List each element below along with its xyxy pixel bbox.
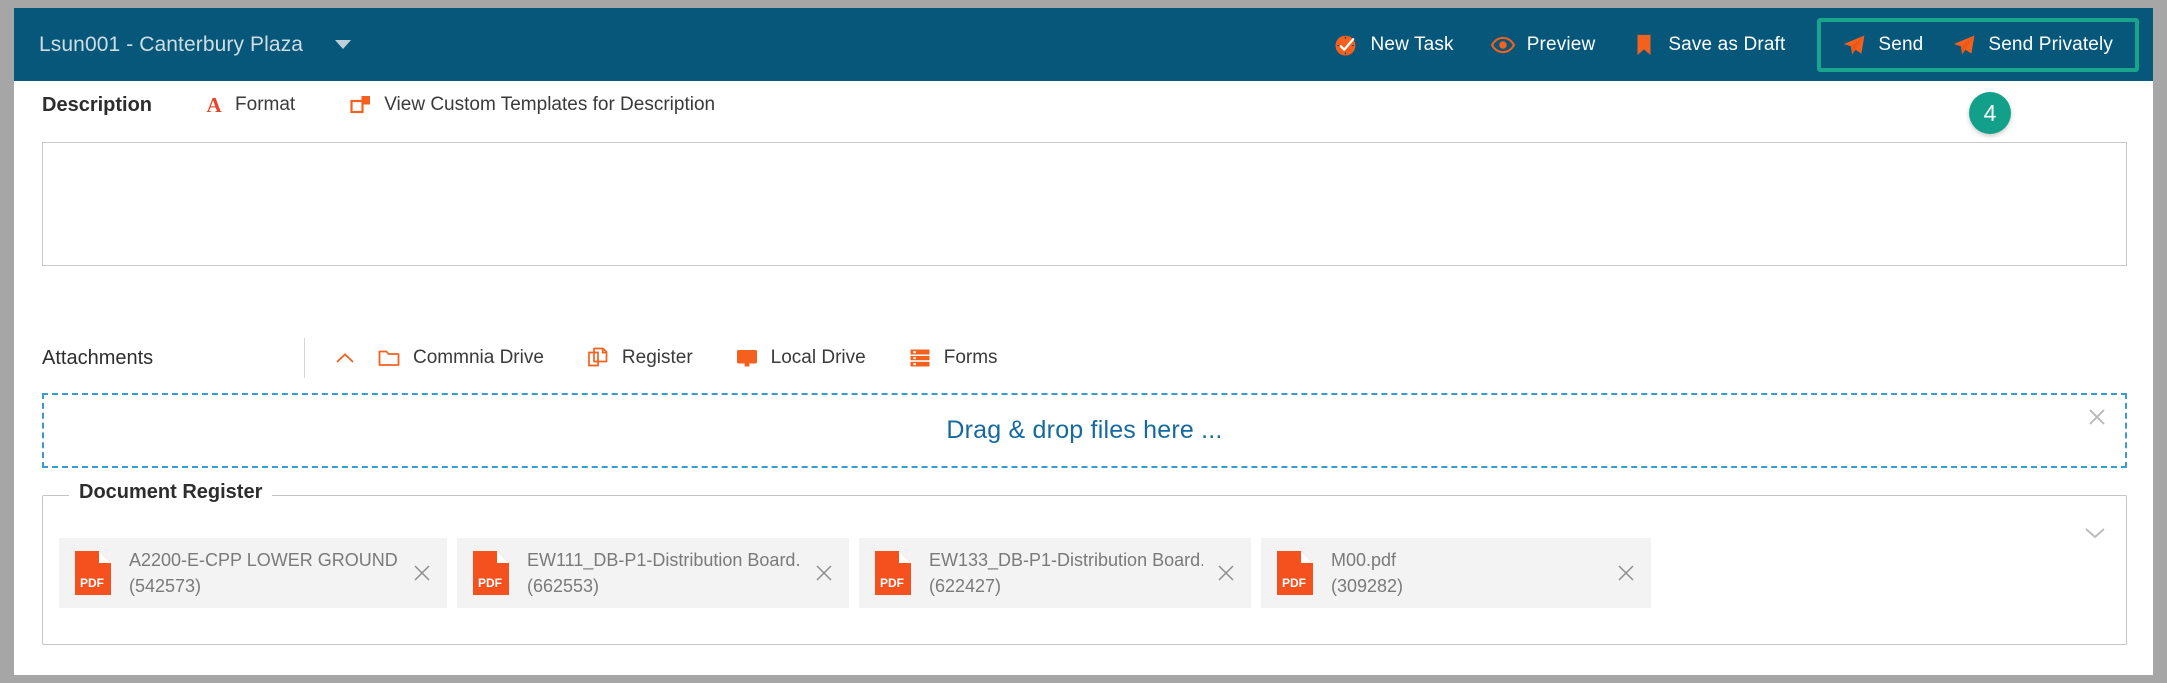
chevron-down-icon [2085,528,2105,539]
application-window: Lsun001 - Canterbury Plaza New Task Prev… [14,8,2153,675]
attached-files-list: PDF A2200-E-CPP LOWER GROUND.p... (54257… [59,538,1651,608]
preview-button[interactable]: Preview [1472,23,1614,67]
new-task-button[interactable]: New Task [1315,23,1471,67]
send-actions-highlight: Send Send Privately [1817,17,2139,72]
file-meta: A2200-E-CPP LOWER GROUND.p... (542573) [129,547,399,599]
file-name: EW133_DB-P1-Distribution Board... [929,549,1203,570]
remove-file-button[interactable] [1211,558,1241,588]
document-register-expand-button[interactable] [2080,518,2110,548]
view-custom-templates-label: View Custom Templates for Description [384,94,716,115]
svg-text:PDF: PDF [478,576,502,590]
file-meta: EW111_DB-P1-Distribution Board... (66255… [527,547,801,599]
copy-documents-icon [588,347,608,367]
monitor-icon [736,350,757,367]
preview-label: Preview [1526,33,1596,55]
svg-text:PDF: PDF [1282,576,1306,590]
file-card[interactable]: PDF EW111_DB-P1-Distribution Board... (6… [457,538,849,608]
description-toolbar: Description A Format View Custom Templat… [14,81,2153,129]
toolbar-actions: New Task Preview Save as Draft Send Send… [1315,8,2153,81]
file-dropzone[interactable]: Drag & drop files here ... [42,393,2127,468]
register-button[interactable]: Register [586,346,693,370]
file-name: M00.pdf [1331,549,1397,570]
step-badge: 4 [1969,92,2011,134]
description-editor[interactable] [42,142,2127,266]
file-card[interactable]: PDF A2200-E-CPP LOWER GROUND.p... (54257… [59,538,447,608]
new-task-label: New Task [1370,33,1454,55]
commnia-drive-label: Commnia Drive [413,347,544,368]
close-icon [414,565,430,581]
attachments-title: Attachments [42,346,154,369]
folder-icon [378,350,400,366]
remove-file-button[interactable] [1611,558,1641,588]
file-size: (542573) [129,576,202,596]
local-drive-button[interactable]: Local Drive [735,346,866,370]
chevron-up-icon [336,353,354,363]
send-privately-label: Send Privately [1988,33,2113,55]
font-a-icon: A [206,92,222,117]
format-label: Format [235,94,296,115]
remove-file-button[interactable] [407,558,437,588]
send-button[interactable]: Send [1827,28,1937,62]
project-name-label: Lsun001 - Canterbury Plaza [39,32,304,56]
save-as-draft-label: Save as Draft [1668,33,1786,55]
top-toolbar: Lsun001 - Canterbury Plaza New Task Prev… [14,8,2153,81]
save-as-draft-button[interactable]: Save as Draft [1613,23,1803,67]
clock-check-icon [1335,35,1356,56]
file-card[interactable]: PDF EW133_DB-P1-Distribution Board... (6… [859,538,1251,608]
view-custom-templates-button[interactable]: View Custom Templates for Description [349,93,715,117]
file-card[interactable]: PDF M00.pdf (309282) [1261,538,1651,608]
pdf-file-icon: PDF [473,551,509,595]
file-meta: M00.pdf (309282) [1331,547,1603,599]
close-icon [816,565,832,581]
svg-text:PDF: PDF [880,576,904,590]
project-selector[interactable]: Lsun001 - Canterbury Plaza [39,32,352,57]
paper-plane-icon [1954,34,1975,55]
file-size: (662553) [527,576,600,596]
document-register-legend: Document Register [69,481,273,504]
attachments-toolbar: Attachments Commnia Drive Register Local… [14,330,2153,386]
forms-button[interactable]: Forms [908,346,998,370]
close-icon [1618,565,1634,581]
dropzone-close-button[interactable] [2083,403,2111,431]
send-label: Send [1878,33,1924,55]
pdf-file-icon: PDF [875,551,911,595]
eye-icon [1490,36,1515,53]
pdf-file-icon: PDF [1277,551,1313,595]
remove-file-button[interactable] [809,558,839,588]
templates-icon [350,96,371,114]
document-register-panel: Document Register PDF A2200-E-CPP LOWER … [42,481,2127,645]
close-icon [1218,565,1234,581]
chevron-down-icon [335,40,352,49]
file-size: (309282) [1331,576,1404,596]
register-label: Register [621,347,693,368]
attachments-collapse-button[interactable] [325,342,365,374]
close-icon [2089,409,2105,425]
commnia-drive-button[interactable]: Commnia Drive [377,346,544,370]
pdf-file-icon: PDF [75,551,111,595]
format-button[interactable]: A Format [204,94,295,116]
file-name: EW111_DB-P1-Distribution Board... [527,549,801,570]
bookmark-icon [1637,34,1651,55]
forms-list-icon [910,349,930,367]
local-drive-label: Local Drive [770,347,866,368]
forms-label: Forms [943,347,998,368]
dropzone-text: Drag & drop files here ... [946,416,1223,444]
description-title: Description [42,93,153,116]
file-size: (622427) [929,576,1002,596]
file-name: A2200-E-CPP LOWER GROUND.p... [129,549,399,570]
paper-plane-icon [1844,34,1865,55]
svg-text:PDF: PDF [80,576,104,590]
toolbar-divider [304,338,305,378]
send-privately-button[interactable]: Send Privately [1937,28,2127,62]
file-meta: EW133_DB-P1-Distribution Board... (62242… [929,547,1203,599]
